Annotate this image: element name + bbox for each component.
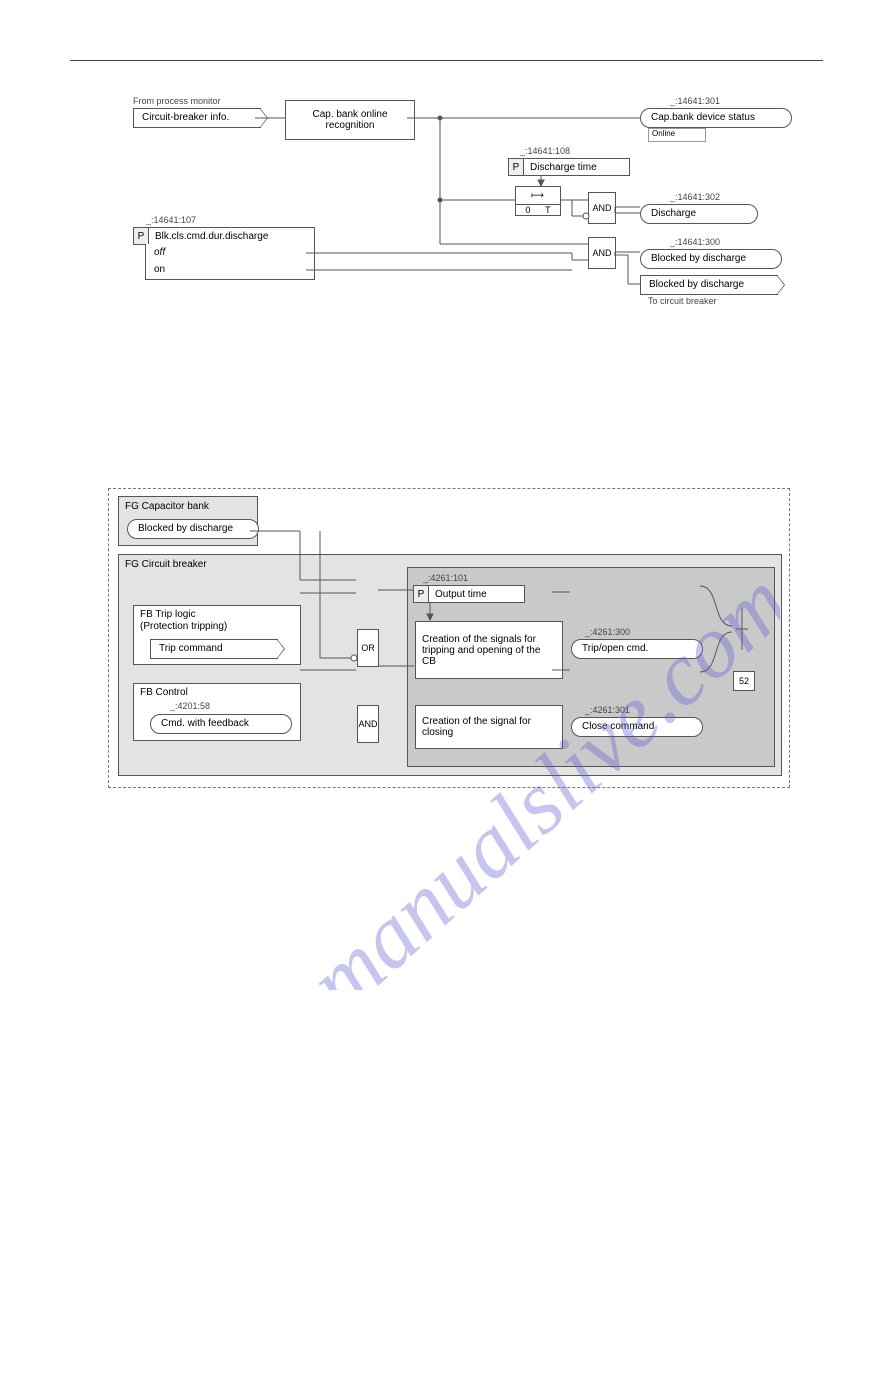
- timer-block: ⟼ 0 T: [515, 186, 561, 216]
- pill-trip-open-cmd: Trip/open cmd.: [571, 639, 703, 659]
- tag-trip-command-label: Trip command: [159, 642, 223, 656]
- pill-blocked-by-discharge: Blocked by discharge: [640, 249, 782, 269]
- note-online: Online: [648, 128, 706, 142]
- param-marker-icon: P: [414, 586, 429, 602]
- id-cap-bank-status: _:14641:301: [670, 96, 720, 106]
- fg-circuit-breaker-title: FG Circuit breaker: [125, 559, 207, 570]
- gate-and-lower: AND: [357, 705, 379, 743]
- tag-blocked-by-discharge-label: Blocked by discharge: [649, 278, 744, 292]
- id-cmd-with-feedback: _:4201:58: [170, 701, 210, 711]
- tag-trip-command: Trip command: [150, 639, 278, 659]
- id-blk-cls-cmd: _:14641:107: [146, 215, 196, 225]
- gate-and-1: AND: [588, 192, 616, 224]
- pill-close-command: Close command: [571, 717, 703, 737]
- id-trip-open-cmd: _:4261:300: [585, 627, 630, 637]
- pill-cmd-with-feedback: Cmd. with feedback: [150, 714, 292, 734]
- box-proc-trip-open: Creation of the signals for tripping and…: [415, 621, 563, 679]
- param-blk-cls-cmd: P Blk.cls.cmd.dur.discharge: [133, 227, 315, 245]
- page-top-rule: [70, 60, 823, 61]
- pill-cap-bank-device-status: Cap.bank device status: [640, 108, 792, 128]
- fg-capacitor-bank: FG Capacitor bank Blocked by discharge: [118, 496, 258, 546]
- param-marker-icon: P: [134, 228, 149, 244]
- param-output-time-label: Output time: [429, 586, 493, 602]
- fb-trip-logic-title2: (Protection tripping): [140, 621, 227, 632]
- tag-blocked-by-discharge: Blocked by discharge: [640, 275, 778, 295]
- box-proc-close: Creation of the signal for closing: [415, 705, 563, 749]
- note-to-circuit-breaker: To circuit breaker: [648, 296, 717, 306]
- param-marker-icon: P: [509, 159, 524, 175]
- gate-and-2: AND: [588, 237, 616, 269]
- gate-or: OR: [357, 629, 379, 667]
- timer-t: T: [545, 205, 551, 215]
- param-output-time: P Output time: [413, 585, 525, 603]
- device-52: 52: [733, 671, 755, 691]
- id-discharge-time: _:14641:108: [520, 146, 570, 156]
- tag-circuit-breaker-info-label: Circuit-breaker info.: [142, 111, 229, 125]
- timer-zero: 0: [525, 205, 530, 215]
- fg-capacitor-bank-title: FG Capacitor bank: [125, 501, 209, 512]
- id-blocked-by-discharge: _:14641:300: [670, 237, 720, 247]
- param-discharge-time-label: Discharge time: [524, 159, 603, 175]
- caption-from-process-monitor: From process monitor: [133, 96, 221, 106]
- param-discharge-time: P Discharge time: [508, 158, 630, 176]
- fb-trip-logic: FB Trip logic (Protection tripping) Trip…: [133, 605, 301, 665]
- fb-control: FB Control _:4201:58 Cmd. with feedback: [133, 683, 301, 741]
- fb-trip-logic-title1: FB Trip logic: [140, 609, 196, 620]
- param-blk-option-on: on: [145, 261, 315, 280]
- pill-blocked-by-discharge-cap: Blocked by discharge: [127, 519, 259, 539]
- id-output-time: _:4261:101: [423, 573, 468, 583]
- tag-circuit-breaker-info: Circuit-breaker info.: [133, 108, 261, 128]
- id-discharge: _:14641:302: [670, 192, 720, 202]
- fg-circuit-breaker: FG Circuit breaker _:4261:101 P Output t…: [118, 554, 782, 776]
- param-blk-cls-cmd-label: Blk.cls.cmd.dur.discharge: [149, 228, 274, 244]
- fb-control-title: FB Control: [140, 687, 188, 698]
- id-close-command: _:4261:301: [585, 705, 630, 715]
- pill-discharge: Discharge: [640, 204, 758, 224]
- box-cap-bank-online-recognition: Cap. bank online recognition: [285, 100, 415, 140]
